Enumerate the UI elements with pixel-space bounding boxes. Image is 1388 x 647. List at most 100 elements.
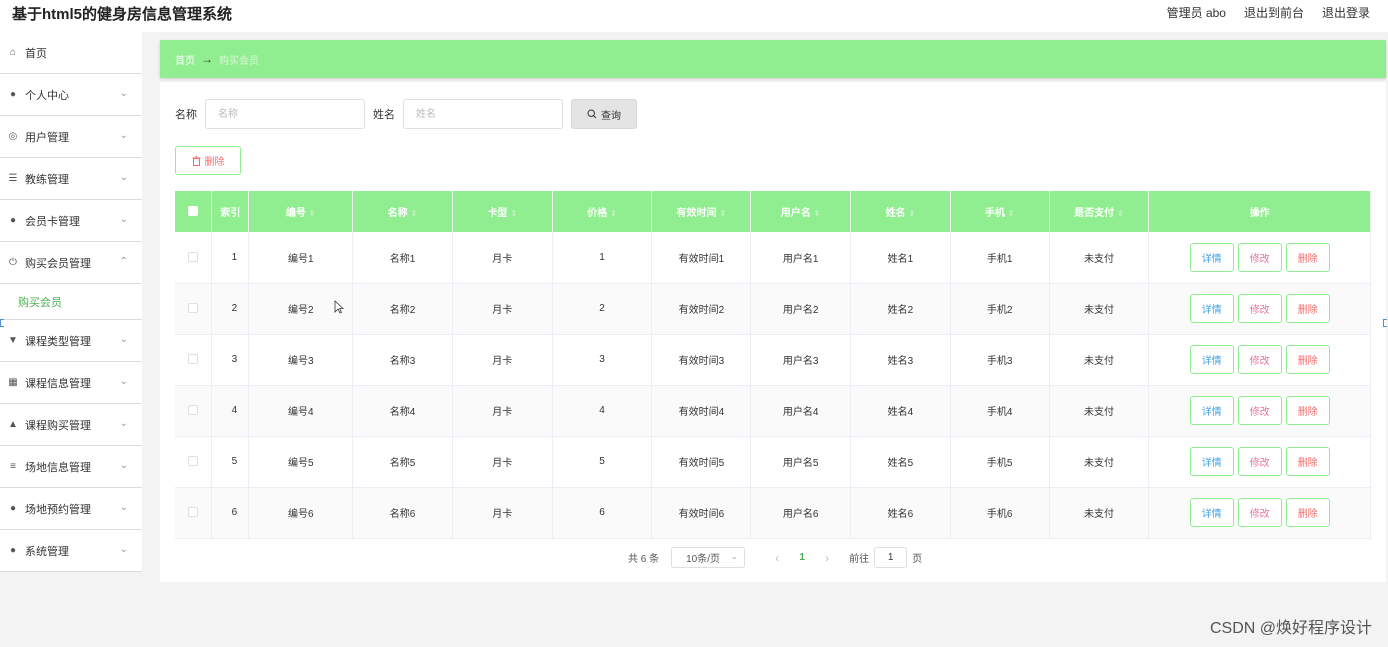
chat-icon: ▼ <box>8 335 18 346</box>
table-cell: 手机6 <box>950 487 1050 539</box>
table-cell: 有效时间3 <box>651 334 752 386</box>
sidebar-item[interactable]: ☰ 教练管理 ⌄ <box>0 158 142 200</box>
chart-icon: ▦ <box>8 377 18 388</box>
row-checkbox[interactable] <box>188 507 199 518</box>
column-header[interactable]: 价格 ⇕ <box>552 191 653 232</box>
sidebar-item[interactable]: ▼ 课程类型管理 ⌄ <box>0 320 142 362</box>
edit-button[interactable]: 修改 <box>1237 242 1282 272</box>
chevron-down-icon: ⌄ <box>119 376 128 387</box>
column-header-label: 价格 <box>587 208 608 219</box>
table-row: 5 编号5 名称5 月卡 5 有效时间5 用户名5 姓名5 手机5 未支付 详情 修改 删除 <box>175 436 1371 488</box>
sidebar-item[interactable]: ▦ 课程信息管理 ⌄ <box>0 362 142 404</box>
table-cell: 用户名5 <box>750 436 852 488</box>
chevron-down-icon: ⌄ <box>119 460 128 471</box>
sidebar-item[interactable]: ● 个人中心 ⌄ <box>0 74 142 116</box>
sidebar-item[interactable]: ▲ 课程购买管理 ⌄ <box>0 404 142 446</box>
breadcrumb-home[interactable]: 首页 <box>175 52 195 67</box>
goto-input[interactable]: 1 <box>874 547 908 568</box>
row-checkbox[interactable] <box>188 252 199 263</box>
detail-button[interactable]: 详情 <box>1189 498 1234 527</box>
row-checkbox[interactable] <box>188 303 199 314</box>
row-checkbox[interactable] <box>188 405 199 416</box>
table-cell: 名称4 <box>352 385 453 437</box>
table-cell: 2 <box>552 283 653 335</box>
admin-label: 管理员 abo <box>1166 6 1226 20</box>
person-input[interactable] <box>403 99 563 129</box>
main-area: 首页 → 购买会员 名称 姓名 查询 删除 索引编号⇕名称⇕卡型⇕价格⇕有效时间… <box>142 32 1388 647</box>
delete-button[interactable]: 删除 <box>1285 242 1330 272</box>
breadcrumb: 首页 → 购买会员 <box>160 40 1386 78</box>
sidebar-item[interactable]: ⏻ 购买会员管理 ⌃ <box>0 242 142 284</box>
sidebar-item[interactable]: ◎ 用户管理 ⌄ <box>0 116 142 158</box>
chevron-down-icon: ⌄ <box>119 544 128 555</box>
row-checkbox[interactable] <box>188 354 199 365</box>
sort-icon[interactable]: ⇕ <box>309 209 316 218</box>
table-cell: 手机1 <box>950 232 1050 284</box>
detail-button[interactable]: 详情 <box>1189 242 1234 272</box>
column-header-label: 用户名 <box>780 208 811 219</box>
name-input[interactable] <box>205 99 365 129</box>
row-select-cell <box>175 385 213 437</box>
batch-delete-button[interactable]: 删除 <box>175 146 241 175</box>
column-header[interactable]: 用户名 ⇕ <box>750 191 852 232</box>
table-cell: 手机2 <box>950 283 1050 335</box>
sort-icon[interactable]: ⇕ <box>1008 209 1015 218</box>
column-header[interactable]: 是否支付 ⇕ <box>1049 191 1150 232</box>
table-cell: 姓名4 <box>850 385 951 437</box>
table-cell: 未支付 <box>1049 385 1150 437</box>
page-size-select[interactable]: 10条/页 ⌄ <box>671 547 746 568</box>
select-all-checkbox[interactable] <box>188 206 199 217</box>
delete-button[interactable]: 删除 <box>1285 294 1330 323</box>
query-button[interactable]: 查询 <box>571 99 637 129</box>
detail-button[interactable]: 详情 <box>1189 294 1234 323</box>
sidebar-item[interactable]: ● 场地预约管理 ⌄ <box>0 488 142 530</box>
edit-button[interactable]: 修改 <box>1237 447 1282 476</box>
sidebar-item[interactable]: ⌂ 首页 <box>0 32 142 74</box>
sort-icon[interactable]: ⇕ <box>411 209 418 218</box>
sidebar-item-label: 课程购买管理 <box>25 419 91 432</box>
sidebar-item[interactable]: ● 会员卡管理 ⌄ <box>0 200 142 242</box>
delete-button[interactable]: 删除 <box>1285 498 1330 527</box>
table-cell: 有效时间5 <box>651 436 752 488</box>
sort-icon[interactable]: ⇕ <box>610 209 617 218</box>
sidebar-item-label: 个人中心 <box>25 89 69 102</box>
sort-icon[interactable]: ⇕ <box>510 209 517 218</box>
actions-cell: 详情 修改 删除 <box>1148 487 1371 539</box>
sidebar-item[interactable]: ● 系统管理 ⌄ <box>0 530 142 572</box>
column-header[interactable]: 编号 ⇕ <box>248 191 354 232</box>
delete-button[interactable]: 删除 <box>1285 396 1330 425</box>
sort-icon[interactable]: ⇕ <box>909 209 916 218</box>
column-header[interactable]: 有效时间 ⇕ <box>651 191 752 232</box>
next-page-button[interactable]: › <box>813 551 841 565</box>
detail-button[interactable]: 详情 <box>1189 345 1234 374</box>
detail-button[interactable]: 详情 <box>1189 396 1234 425</box>
back-to-front-link[interactable]: 退出到前台 <box>1244 4 1304 21</box>
sort-icon[interactable]: ⇕ <box>720 209 727 218</box>
detail-button[interactable]: 详情 <box>1189 447 1234 476</box>
edit-button[interactable]: 修改 <box>1237 294 1282 323</box>
table-cell: 用户名2 <box>750 283 852 335</box>
column-header-label: 名称 <box>387 208 408 219</box>
column-header-label: 是否支付 <box>1074 208 1115 219</box>
column-header[interactable]: 名称 ⇕ <box>352 191 453 232</box>
sort-icon[interactable]: ⇕ <box>814 209 821 218</box>
edit-button[interactable]: 修改 <box>1237 498 1282 527</box>
page-number[interactable]: 1 <box>791 552 813 563</box>
delete-button[interactable]: 删除 <box>1285 345 1330 374</box>
sidebar-item[interactable]: ≡ 场地信息管理 ⌄ <box>0 446 142 488</box>
table-cell: 姓名2 <box>850 283 951 335</box>
edit-button[interactable]: 修改 <box>1237 396 1282 425</box>
column-header[interactable]: 手机 ⇕ <box>950 191 1050 232</box>
row-checkbox[interactable] <box>188 456 199 467</box>
column-header[interactable]: 姓名 ⇕ <box>850 191 951 232</box>
sort-icon[interactable]: ⇕ <box>1117 209 1124 218</box>
sidebar-subitem[interactable]: 购买会员 <box>0 284 142 320</box>
column-header-label: 索引 <box>220 208 241 219</box>
chevron-down-icon: ⌄ <box>119 418 128 429</box>
edit-button[interactable]: 修改 <box>1237 345 1282 374</box>
prev-page-button[interactable]: ‹ <box>763 551 791 565</box>
home-icon: ⌂ <box>9 47 17 58</box>
delete-button[interactable]: 删除 <box>1285 447 1330 476</box>
column-header[interactable]: 卡型 ⇕ <box>452 191 553 232</box>
logout-link[interactable]: 退出登录 <box>1322 4 1370 21</box>
